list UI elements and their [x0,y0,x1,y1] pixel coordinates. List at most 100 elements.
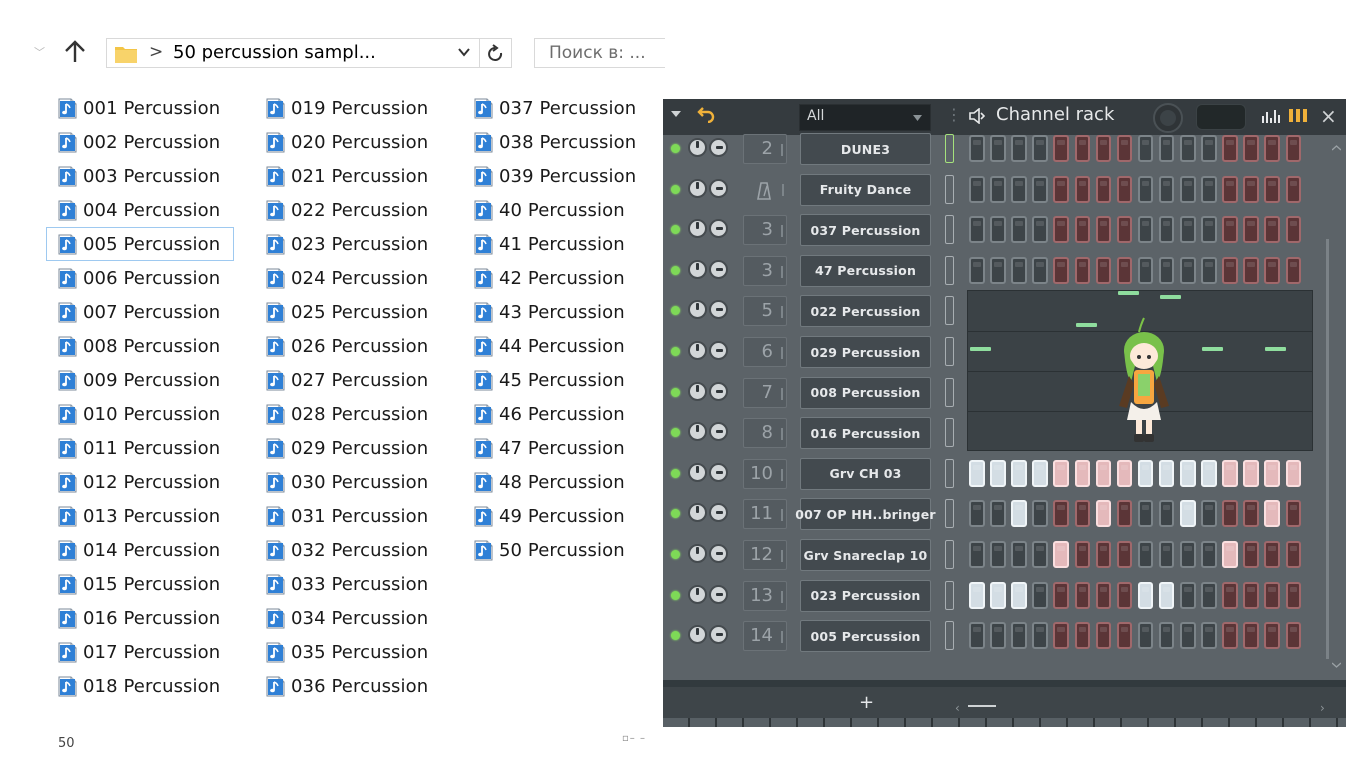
channel-mute-led[interactable] [671,387,680,397]
channel-name-button[interactable]: DUNE3 [800,133,931,165]
mixer-track-number[interactable]: 14 [743,621,787,652]
pan-knob[interactable] [688,422,707,442]
menu-arrow-icon[interactable] [669,107,683,121]
step-button[interactable] [1264,500,1280,528]
channel-name-button[interactable]: 007 OP HH..bringer [795,498,936,531]
scroll-left-icon[interactable]: ‹ [955,701,960,715]
step-button[interactable] [1074,175,1090,203]
step-button[interactable] [1158,541,1175,568]
step-button[interactable] [990,135,1006,162]
graph-editor-icon[interactable] [1261,108,1281,124]
mixer-track-number[interactable]: 5 [743,296,787,327]
file-item[interactable]: 49 Percussion [473,499,636,533]
step-button[interactable] [969,459,985,487]
volume-knob[interactable] [709,544,728,563]
piano-roll-note[interactable] [1075,323,1097,327]
channel-name-button[interactable]: 005 Percussion [800,620,931,653]
pan-knob[interactable] [688,503,707,523]
pan-knob[interactable] [688,584,707,604]
channel-select-slot[interactable] [945,377,954,407]
volume-knob[interactable] [709,259,728,279]
step-button[interactable] [1074,459,1090,487]
file-item[interactable]: 038 Percussion [473,125,636,159]
undo-icon[interactable] [697,105,715,123]
channel-name-button[interactable]: 037 Percussion [800,214,931,247]
channel-name-button[interactable]: 016 Percussion [800,417,931,450]
step-button[interactable] [1116,175,1133,203]
channel-mute-led[interactable] [671,144,680,153]
step-button[interactable] [1095,622,1112,650]
piano-roll-note[interactable] [1117,291,1139,295]
step-button[interactable] [1222,581,1238,609]
step-button[interactable] [969,581,985,609]
volume-knob[interactable] [709,138,728,157]
channel-name-button[interactable]: Grv Snareclap 10 [800,539,931,571]
step-button[interactable] [1095,216,1112,244]
step-button[interactable] [1116,500,1133,528]
file-item[interactable]: 035 Percussion [265,635,428,669]
step-button[interactable] [1243,541,1259,568]
close-icon[interactable]: × [1320,106,1337,126]
file-item[interactable]: 026 Percussion [265,329,428,363]
step-button[interactable] [1074,581,1090,609]
step-button[interactable] [1032,256,1048,284]
channel-mute-led[interactable] [671,468,680,478]
step-button[interactable] [969,216,985,244]
mixer-track-number[interactable]: 13 [743,580,787,611]
channel-name-button[interactable]: 022 Percussion [800,295,931,328]
address-path[interactable]: 50 percussion sampl... [173,42,376,63]
step-button[interactable] [1095,135,1112,162]
step-button[interactable] [1158,216,1175,244]
step-button[interactable] [1095,500,1112,528]
channel-select-slot[interactable] [945,458,954,488]
file-item[interactable]: 036 Percussion [265,669,428,703]
channel-select-slot[interactable] [945,418,954,448]
step-button[interactable] [1116,541,1133,568]
channel-select-slot[interactable] [945,296,954,326]
step-button[interactable] [1032,541,1048,568]
mixer-track-number[interactable]: 3 [743,255,787,286]
step-button[interactable] [1116,256,1133,284]
volume-knob[interactable] [709,300,728,320]
file-item[interactable]: 025 Percussion [265,295,428,329]
up-arrow-icon[interactable] [64,40,86,64]
step-button[interactable] [1222,541,1238,568]
channel-mute-led[interactable] [671,550,680,559]
file-item[interactable]: 032 Percussion [265,533,428,567]
step-button[interactable] [1158,500,1175,528]
step-button[interactable] [969,541,985,568]
step-button[interactable] [990,175,1006,203]
step-button[interactable] [1053,175,1069,203]
step-button[interactable] [1285,500,1301,528]
mixer-track-number[interactable]: 3 [743,215,787,246]
step-button[interactable] [1137,500,1154,528]
file-item[interactable]: 005 Percussion [46,227,234,261]
step-button[interactable] [1285,175,1301,203]
step-button[interactable] [1201,622,1217,650]
channel-name-button[interactable]: 008 Percussion [800,376,931,409]
file-item[interactable]: 42 Percussion [473,261,636,295]
file-item[interactable]: 017 Percussion [57,635,234,669]
step-button[interactable] [990,256,1006,284]
file-item[interactable]: 039 Percussion [473,159,636,193]
step-button[interactable] [1243,581,1259,609]
step-button[interactable] [1201,216,1217,244]
step-button[interactable] [1180,581,1196,609]
file-item[interactable]: 008 Percussion [57,329,234,363]
step-button[interactable] [1158,135,1175,162]
piano-roll-note[interactable] [970,347,992,351]
step-button[interactable] [1180,216,1196,244]
channel-select-slot[interactable] [945,215,954,245]
channel-mute-led[interactable] [671,225,680,235]
step-button[interactable] [1264,135,1280,162]
step-button[interactable] [1032,216,1048,244]
step-button[interactable] [1116,581,1133,609]
channel-mute-led[interactable] [671,509,680,519]
step-button[interactable] [1180,500,1196,528]
file-item[interactable]: 44 Percussion [473,329,636,363]
drag-handle-icon[interactable]: ⋮ [946,105,962,124]
pan-knob[interactable] [688,219,707,239]
step-button[interactable] [1137,541,1154,568]
step-button[interactable] [1011,622,1027,650]
step-button[interactable] [1285,135,1301,162]
